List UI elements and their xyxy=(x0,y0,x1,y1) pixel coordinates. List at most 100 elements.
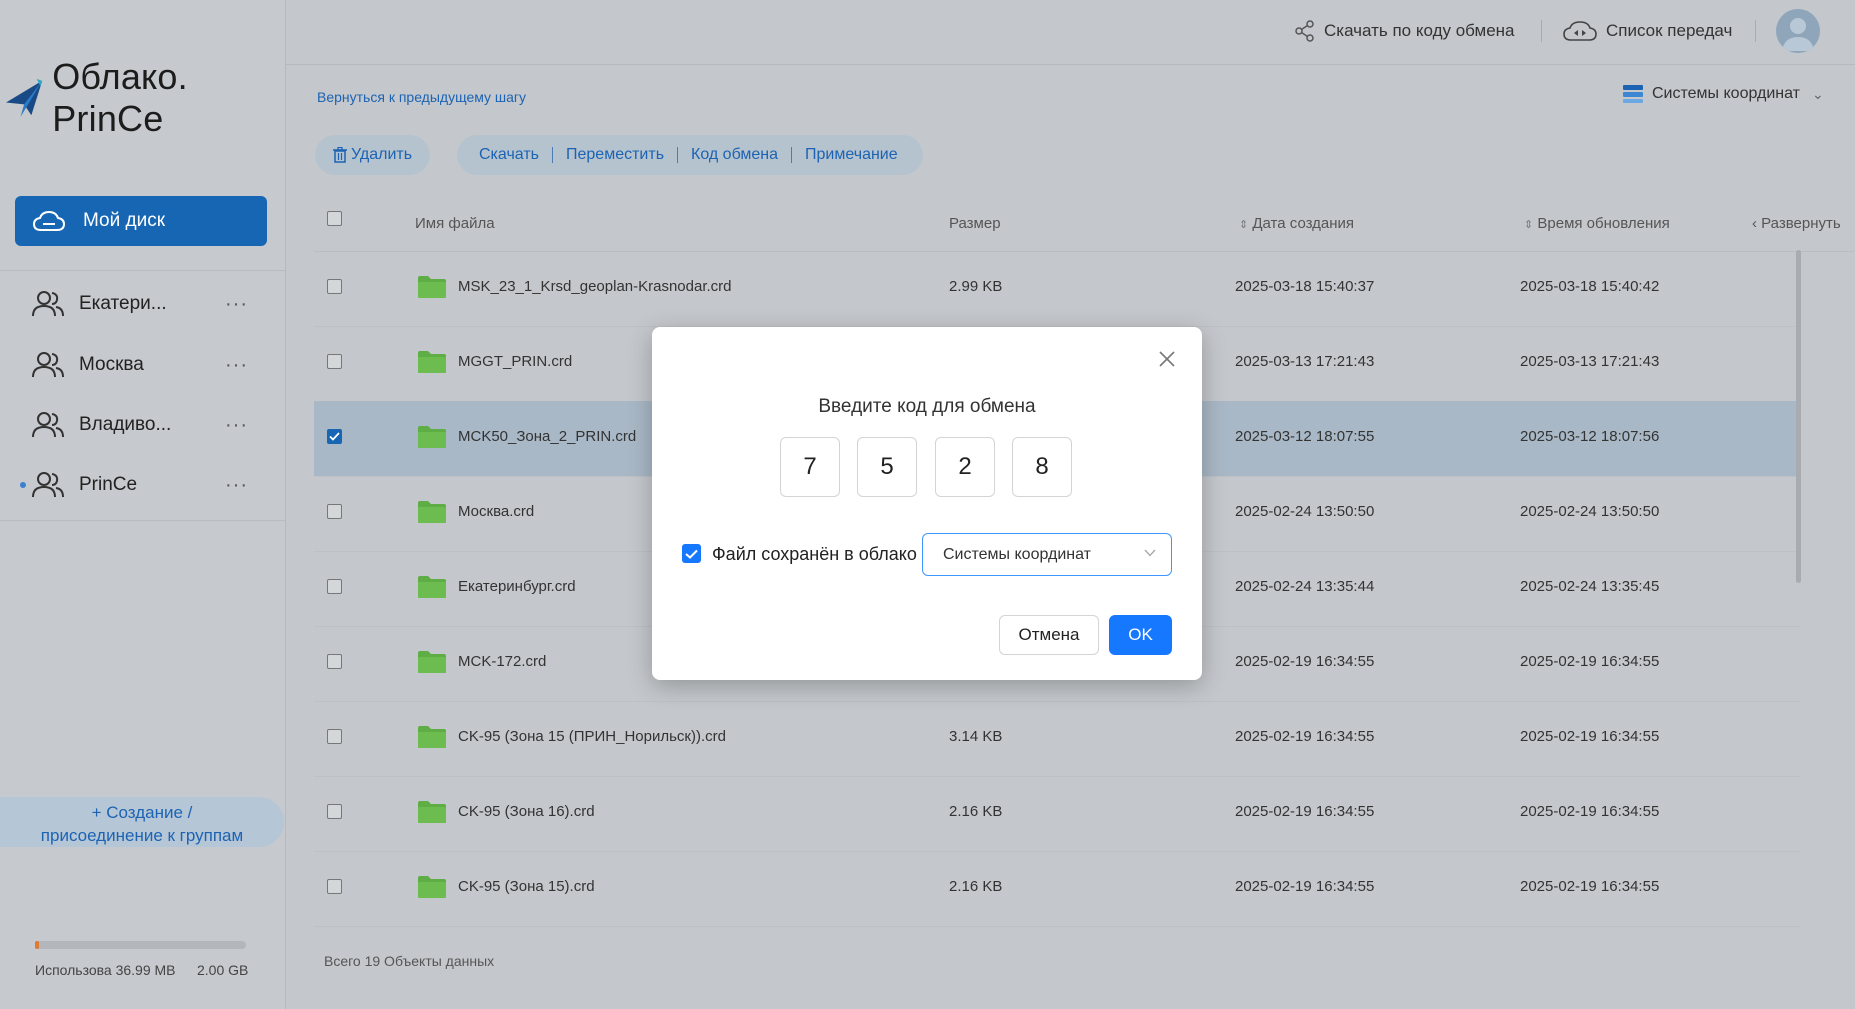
active-dot-icon xyxy=(20,482,26,488)
select-all-checkbox[interactable] xyxy=(327,211,342,226)
file-name[interactable]: CK-95 (Зона 15 (ПРИН_Норильск)).crd xyxy=(458,728,726,745)
group-label: Москва xyxy=(79,354,144,375)
divider xyxy=(0,270,285,271)
row-checkbox[interactable] xyxy=(327,504,342,519)
more-options-icon[interactable]: ··· xyxy=(225,414,248,437)
storage-total-label: 2.00 GB xyxy=(197,962,249,978)
column-name: Имя файла xyxy=(415,215,495,232)
code-digit-input[interactable]: 8 xyxy=(1012,437,1072,497)
group-label: Екатери... xyxy=(79,293,167,314)
column-updated[interactable]: ⇕ Время обновления xyxy=(1524,215,1670,232)
sidebar-group-item[interactable]: Москва ··· xyxy=(0,336,285,394)
file-name[interactable]: MSK_23_1_Krsd_geoplan-Krasnodar.crd xyxy=(458,278,732,295)
more-options-icon[interactable]: ··· xyxy=(225,354,248,377)
more-options-icon[interactable]: ··· xyxy=(225,474,248,497)
dialog-title: Введите код для обмена xyxy=(818,396,1036,417)
file-created: 2025-02-19 16:34:55 xyxy=(1235,653,1375,670)
checkbox[interactable] xyxy=(327,211,342,226)
storage-progress-fill xyxy=(35,941,39,949)
exchange-code-button[interactable]: Код обмена xyxy=(691,146,778,164)
move-button[interactable]: Переместить xyxy=(566,146,664,164)
close-icon[interactable] xyxy=(1157,349,1177,369)
row-checkbox[interactable] xyxy=(327,654,342,669)
row-checkbox[interactable] xyxy=(327,579,342,594)
create-join-group-button[interactable]: + Создание / присоединение к группам xyxy=(0,797,284,847)
file-name[interactable]: MCK-172.crd xyxy=(458,653,546,670)
file-name[interactable]: Москва.crd xyxy=(458,503,534,520)
folder-select[interactable]: Системы координат xyxy=(922,533,1172,576)
file-created: 2025-03-18 15:40:37 xyxy=(1235,278,1375,295)
file-size: 2.16 KB xyxy=(949,803,1003,820)
file-created: 2025-02-19 16:34:55 xyxy=(1235,803,1375,820)
coordinate-systems-selector[interactable]: Системы координат ⌄ xyxy=(1622,84,1824,104)
table-scrollbar[interactable] xyxy=(1796,250,1801,583)
cloud-transfer-icon xyxy=(1563,21,1597,41)
file-size: 2.16 KB xyxy=(949,878,1003,895)
paper-plane-logo-icon xyxy=(6,78,43,118)
more-options-icon[interactable]: ··· xyxy=(225,293,248,316)
column-created[interactable]: ⇕ Дата создания xyxy=(1239,215,1354,232)
sidebar-group-item[interactable]: PrinCe ··· xyxy=(0,456,285,514)
create-group-line2: присоединение к группам xyxy=(40,826,244,845)
chevron-left-icon: ‹ xyxy=(1752,215,1757,232)
file-name[interactable]: MGGT_PRIN.crd xyxy=(458,353,572,370)
file-created: 2025-02-19 16:34:55 xyxy=(1235,878,1375,895)
row-checkbox[interactable] xyxy=(327,354,342,369)
table-header: Имя файла Размер ⇕ Дата создания ⇕ Время… xyxy=(314,198,1854,252)
ok-button[interactable]: OK xyxy=(1109,615,1172,655)
transfer-list-label: Список передач xyxy=(1606,21,1733,40)
create-group-line1: + Создание / xyxy=(91,803,193,822)
download-by-code-button[interactable]: Скачать по коду обмена xyxy=(1294,16,1515,46)
note-button[interactable]: Примечание xyxy=(805,146,898,164)
file-created: 2025-02-19 16:34:55 xyxy=(1235,728,1375,745)
sort-icon: ⇕ xyxy=(1239,219,1249,231)
download-button[interactable]: Скачать xyxy=(479,146,539,164)
code-digit-input[interactable]: 2 xyxy=(935,437,995,497)
sidebar-group-item[interactable]: Владиво... ··· xyxy=(0,396,285,454)
sidebar-item-my-disk[interactable]: Мой диск xyxy=(15,196,267,246)
user-avatar[interactable] xyxy=(1776,9,1820,53)
table-row[interactable]: CK-95 (Зона 15).crd 2.16 KB 2025-02-19 1… xyxy=(314,851,1800,927)
file-name[interactable]: MCK50_Зона_2_PRIN.crd xyxy=(458,428,636,445)
cloud-icon xyxy=(33,210,65,231)
back-link[interactable]: Вернуться к предыдущему шагу xyxy=(317,89,526,105)
file-name[interactable]: CK-95 (Зона 15).crd xyxy=(458,878,595,895)
my-disk-label: Мой диск xyxy=(83,210,166,231)
file-created: 2025-02-24 13:50:50 xyxy=(1235,503,1375,520)
file-updated: 2025-02-19 16:34:55 xyxy=(1520,728,1660,745)
row-checkbox[interactable] xyxy=(327,729,342,744)
chevron-down-icon: ⌄ xyxy=(1811,85,1824,102)
table-row[interactable]: CK-95 (Зона 16).crd 2.16 KB 2025-02-19 1… xyxy=(314,776,1800,852)
file-updated: 2025-02-19 16:34:55 xyxy=(1520,878,1660,895)
table-row[interactable]: MSK_23_1_Krsd_geoplan-Krasnodar.crd 2.99… xyxy=(314,251,1800,327)
code-digit-input[interactable]: 7 xyxy=(780,437,840,497)
delete-button[interactable]: Удалить xyxy=(315,135,430,175)
code-digit-input[interactable]: 5 xyxy=(857,437,917,497)
group-users-icon xyxy=(32,291,64,317)
exchange-code-dialog: Введите код для обмена 7 5 2 8 Файл сохр… xyxy=(652,327,1202,680)
divider xyxy=(791,147,793,163)
save-to-cloud-checkbox[interactable] xyxy=(682,544,701,563)
checkmark-icon xyxy=(329,432,340,441)
row-checkbox[interactable] xyxy=(327,279,342,294)
column-updated-label: Время обновления xyxy=(1537,215,1670,232)
folder-icon xyxy=(417,500,447,528)
file-created: 2025-02-24 13:35:44 xyxy=(1235,578,1375,595)
file-name[interactable]: Екатеринбург.crd xyxy=(458,578,576,595)
folder-select-value: Системы координат xyxy=(943,545,1091,563)
sidebar-group-item[interactable]: Екатери... ··· xyxy=(0,275,285,333)
stack-icon xyxy=(1623,85,1643,103)
row-checkbox[interactable] xyxy=(327,879,342,894)
row-checkbox[interactable] xyxy=(327,429,342,444)
table-row[interactable]: CK-95 (Зона 15 (ПРИН_Норильск)).crd 3.14… xyxy=(314,701,1800,777)
transfer-list-button[interactable]: Список передач xyxy=(1562,16,1732,46)
download-by-code-label: Скачать по коду обмена xyxy=(1324,21,1515,40)
cancel-button[interactable]: Отмена xyxy=(999,615,1099,655)
sidebar: Облако. PrinCe Мой диск Екатери... ··· М… xyxy=(0,0,286,1009)
group-label: Владиво... xyxy=(79,414,172,435)
storage-used-label: Использова 36.99 MB xyxy=(35,962,176,978)
column-created-label: Дата создания xyxy=(1252,215,1355,232)
expand-button[interactable]: ‹ Развернуть xyxy=(1752,215,1841,232)
row-checkbox[interactable] xyxy=(327,804,342,819)
file-name[interactable]: CK-95 (Зона 16).crd xyxy=(458,803,595,820)
